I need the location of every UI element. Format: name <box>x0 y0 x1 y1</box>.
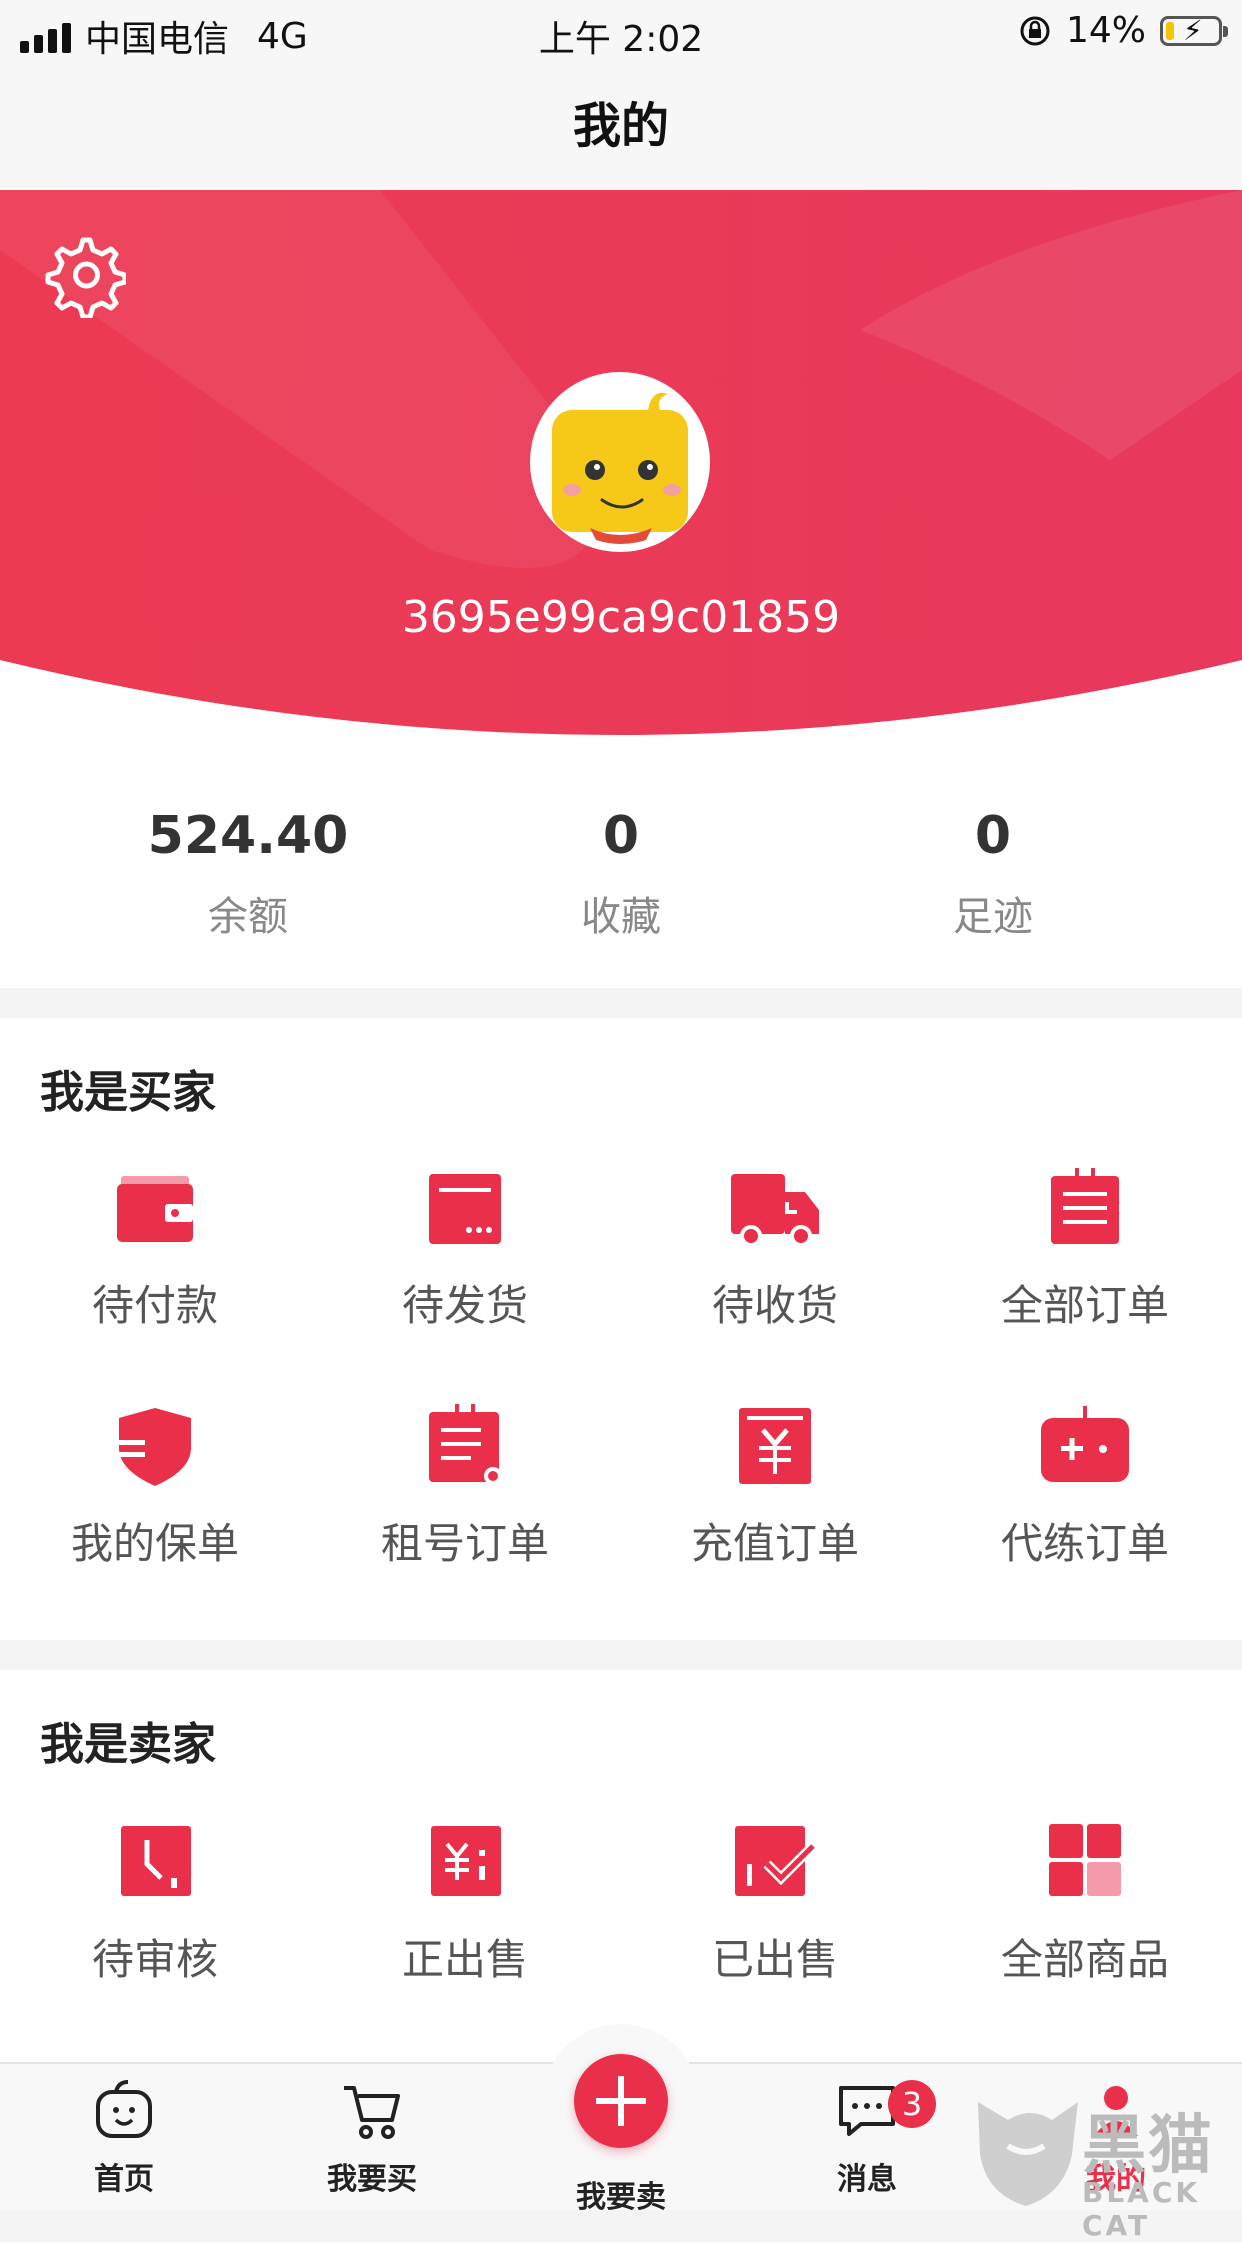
truck-icon <box>731 1174 819 1247</box>
on-sale-icon <box>431 1826 501 1896</box>
rental-orders-label: 租号订单 <box>380 1519 549 1568</box>
shield-icon <box>115 1408 191 1486</box>
sold-item[interactable]: 已出售 <box>620 1820 930 1987</box>
balance-stat[interactable]: 524.40 余额 <box>98 806 398 942</box>
seller-section-title: 我是卖家 <box>40 1719 216 1770</box>
status-bar: 中国电信 4G 上午 2:02 14% ⚡ <box>0 0 1242 62</box>
balance-value: 524.40 <box>147 806 349 866</box>
boosting-orders-item[interactable]: 代练订单 <box>930 1404 1240 1571</box>
history-value: 0 <box>974 806 1012 866</box>
gear-icon[interactable] <box>40 232 126 318</box>
pending-payment-item[interactable]: 待付款 <box>0 1166 310 1333</box>
rental-orders-item[interactable]: 租号订单 <box>310 1404 620 1571</box>
watermark-cn: 黑猫 <box>1082 2109 1214 2183</box>
tab-buy-label: 我要买 <box>327 2162 417 2197</box>
battery-icon: ⚡ <box>1160 14 1228 46</box>
battery-percent: 14% <box>1065 10 1146 51</box>
sold-label: 已出售 <box>711 1935 838 1984</box>
tab-buy[interactable]: 我要买 <box>292 2078 452 2198</box>
pending-receipt-item[interactable]: 待收货 <box>620 1166 930 1333</box>
message-badge: 3 <box>888 2080 936 2128</box>
all-products-item[interactable]: 全部商品 <box>930 1820 1240 1987</box>
username: 3695e99ca9c01859 <box>401 592 841 643</box>
favorites-value: 0 <box>602 806 640 866</box>
order-list-icon <box>1051 1168 1119 1244</box>
recharge-orders-label: 充值订单 <box>690 1519 859 1568</box>
my-policy-label: 我的保单 <box>70 1519 239 1568</box>
avatar-image <box>552 392 688 544</box>
tab-messages-label: 消息 <box>837 2162 897 2197</box>
all-orders-item[interactable]: 全部订单 <box>930 1166 1240 1333</box>
my-policy-item[interactable]: 我的保单 <box>0 1404 310 1571</box>
recharge-orders-item[interactable]: 充值订单 <box>620 1404 930 1571</box>
pending-shipment-item[interactable]: 待发货 <box>310 1166 620 1333</box>
page-title: 我的 <box>0 62 1242 190</box>
cart-icon <box>344 2086 400 2139</box>
buyer-section-title: 我是买家 <box>40 1067 216 1118</box>
sold-icon <box>735 1826 817 1896</box>
tab-home[interactable]: 首页 <box>44 2078 204 2198</box>
pending-review-label: 待审核 <box>91 1935 218 1984</box>
pending-review-item[interactable]: 待审核 <box>0 1820 310 1987</box>
balance-label: 余额 <box>208 894 288 940</box>
favorites-stat[interactable]: 0 收藏 <box>471 806 771 942</box>
on-sale-item[interactable]: 正出售 <box>310 1820 620 1987</box>
stats-panel: 524.40 余额 0 收藏 0 足迹 <box>0 770 1242 988</box>
plus-icon <box>596 2076 646 2126</box>
clock-icon <box>121 1826 191 1896</box>
history-label: 足迹 <box>953 894 1033 940</box>
watermark-en: BLACK CAT <box>1082 2176 1201 2242</box>
all-products-label: 全部商品 <box>1000 1935 1169 1984</box>
buyer-section: 我是买家 待付款 待发货 待收货 全部订单 我的保单 租号订单 充值订单 代练订… <box>0 1018 1242 1640</box>
all-orders-label: 全部订单 <box>1000 1281 1169 1330</box>
seller-section: 我是卖家 待审核 正出售 已出售 全部商品 <box>0 1670 1242 2070</box>
avatar[interactable] <box>530 372 710 552</box>
gamepad-icon <box>1041 1406 1129 1482</box>
rotation-lock-icon <box>1020 16 1050 45</box>
boosting-orders-label: 代练订单 <box>1000 1519 1169 1568</box>
recharge-icon <box>739 1408 811 1484</box>
favorites-label: 收藏 <box>581 894 661 940</box>
rent-order-icon <box>429 1404 502 1485</box>
pending-shipment-label: 待发货 <box>401 1281 528 1330</box>
grid-icon <box>1049 1824 1121 1896</box>
wallet-icon <box>117 1176 193 1242</box>
home-face-icon <box>96 2080 152 2138</box>
history-stat[interactable]: 0 足迹 <box>843 806 1143 942</box>
sell-plus-button[interactable] <box>574 2054 668 2148</box>
package-icon <box>429 1174 501 1244</box>
on-sale-label: 正出售 <box>401 1935 528 1984</box>
pending-receipt-label: 待收货 <box>711 1281 838 1330</box>
pending-payment-label: 待付款 <box>91 1281 218 1330</box>
tab-home-label: 首页 <box>94 2162 154 2197</box>
